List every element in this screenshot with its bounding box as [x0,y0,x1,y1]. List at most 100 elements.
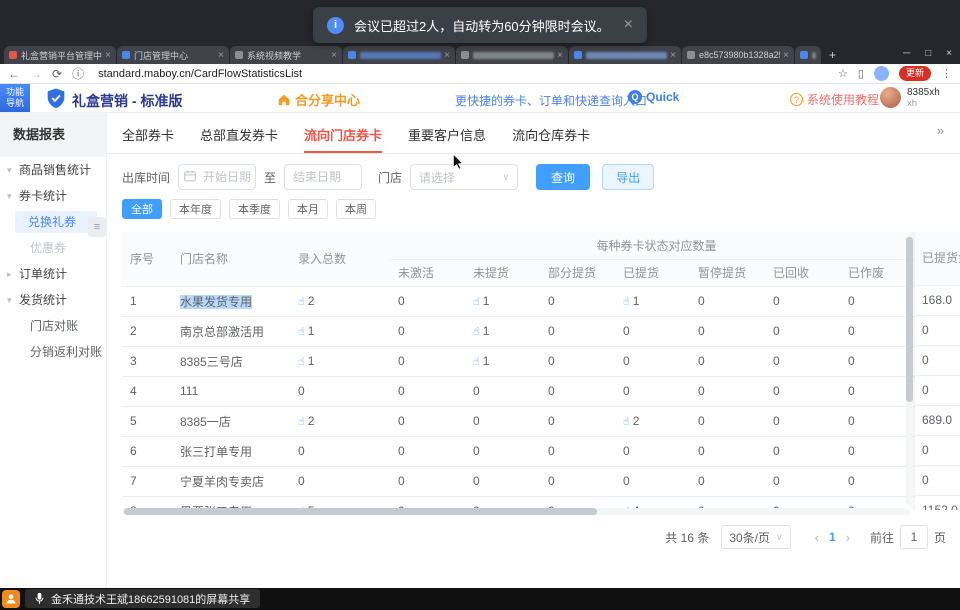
forward-icon[interactable]: → [30,67,42,81]
quick-filter-button[interactable]: 本周 [336,199,376,219]
main-tab[interactable]: 全部券卡 [122,119,174,153]
browser-update-button[interactable]: 更新 [899,66,931,81]
browser-tab[interactable]: e8c573980b1328a258fd2a6ll× [682,46,794,64]
share-center-label: 合分享中心 [295,90,360,109]
sidebar-child-item[interactable]: 兑换礼券 [15,211,97,233]
hand-link-icon[interactable]: ☝ [473,326,480,338]
quick-filter-button[interactable]: 本年度 [170,199,221,219]
main-tab[interactable]: 总部直发券卡 [200,119,278,153]
quick-filter-button[interactable]: 本季度 [229,199,280,219]
browser-tab[interactable]: 门店管理中心× [117,46,229,64]
table-cell: 0 [690,466,765,496]
hand-link-icon[interactable]: ☝ [298,356,305,368]
hand-link-icon[interactable]: ☝ [298,416,305,428]
hand-link-icon[interactable]: ☝ [473,356,480,368]
hand-link-icon[interactable]: ☝ [623,416,630,428]
sidebar-child-item[interactable]: 分销返利对账 [0,339,106,365]
table-horizontal-scrollbar[interactable] [122,508,910,515]
sidebar-child-item[interactable]: 门店对账 [0,313,106,339]
cell-value[interactable]: 1 [483,354,490,368]
function-nav-button[interactable]: 功能导航 [0,84,30,112]
hand-link-icon[interactable]: ☝ [298,296,305,308]
scrollbar-thumb[interactable] [906,237,913,402]
share-center-link[interactable]: 合分享中心 [277,90,360,109]
tab-close-icon[interactable]: × [670,50,676,61]
bookmark-star-icon[interactable]: ☆ [838,67,848,80]
cell-value[interactable]: 1 [308,354,315,368]
back-icon[interactable]: ← [8,67,20,81]
cell-value[interactable]: 2 [308,414,315,428]
reload-icon[interactable]: ⟳ [52,67,62,81]
sidebar-group-item[interactable]: ▸订单统计 [0,261,106,287]
site-info-icon[interactable]: ⓘ [72,65,84,82]
table-cell: 111 [172,376,290,406]
meeting-app-avatar[interactable] [2,590,20,608]
tab-close-icon[interactable]: × [783,50,789,61]
browser-tab[interactable] [795,46,821,64]
tab-close-icon[interactable]: × [557,50,563,61]
sidebar-child-item[interactable]: 优惠券 [0,235,106,261]
page-size-select[interactable]: 30条/页 ∨ [721,525,790,549]
browser-tab[interactable]: × [456,46,568,64]
notification-close-icon[interactable]: × [624,16,633,34]
hand-link-icon[interactable]: ☝ [473,296,480,308]
table-row: 411100000000 [122,376,915,406]
quick-filter-button[interactable]: 本月 [288,199,328,219]
table-cell: ☝1 [290,346,390,376]
browser-menu-icon[interactable]: ⋮ [941,67,952,80]
tab-close-icon[interactable]: × [105,50,111,61]
system-tutorial-link[interactable]: ? 系统使用教程 [790,91,879,108]
search-button[interactable]: 查询 [536,164,590,190]
cell-value[interactable]: 2 [633,414,640,428]
current-page-button[interactable]: 1 [829,530,836,544]
tab-close-icon[interactable]: × [331,50,337,61]
quick-filter-button[interactable]: 全部 [122,199,162,219]
main-tab[interactable]: 重要客户信息 [408,119,486,153]
hand-link-icon[interactable]: ☝ [623,296,630,308]
minimize-button[interactable]: ─ [903,48,910,59]
browser-tab[interactable]: 礼盒营销平台管理中心× [4,46,116,64]
cell-value[interactable]: 1 [308,324,315,338]
quick-search[interactable]: Q Quick [628,90,679,104]
column-header: 序号 [122,232,172,286]
next-page-button[interactable]: › [846,530,850,545]
maximize-button[interactable]: □ [925,48,931,59]
sidebar-group-item[interactable]: ▾券卡统计 [0,183,106,209]
tab-close-icon[interactable]: × [444,50,450,61]
hand-link-icon[interactable]: ☝ [298,326,305,338]
panel-collapse-icon[interactable]: » [937,123,944,138]
sidebar-collapse-handle[interactable]: ≡ [88,217,106,237]
user-account[interactable]: 8385xh xh [880,87,940,109]
sidebar-group-item[interactable]: ▾发货统计 [0,287,106,313]
tab-title: 门店管理中心 [134,49,215,62]
browser-profile-avatar[interactable] [874,66,889,81]
export-button[interactable]: 导出 [602,164,654,190]
store-select[interactable]: 请选择 ∨ [410,164,518,190]
cell-value[interactable]: 2 [308,294,315,308]
browser-tab[interactable]: 系统视频教学× [230,46,342,64]
browser-tab[interactable]: × [343,46,455,64]
new-tab-button[interactable]: + [829,48,836,62]
screen-share-banner[interactable]: 金禾通技术王斌18662591081的屏幕共享 [25,589,260,608]
tab-close-icon[interactable]: × [218,50,224,61]
cell-value[interactable]: 1 [483,294,490,308]
cell-value[interactable]: 1 [633,294,640,308]
browser-tab[interactable]: × [569,46,681,64]
prev-page-button[interactable]: ‹ [815,530,819,545]
table-cell: 0 [390,346,465,376]
cell-value[interactable]: 1 [483,324,490,338]
filter-bar: 出库时间 至 门店 请选择 ∨ 查询 导出 [122,163,654,191]
cell-value: 0 [548,444,555,458]
table-vertical-scrollbar[interactable] [906,235,913,505]
scrollbar-thumb[interactable] [124,508,597,515]
sidebar-group-item[interactable]: ▾商品销售统计 [0,157,106,183]
main-tab[interactable]: 流向门店券卡 [304,119,382,153]
main-tab[interactable]: 流向仓库券卡 [512,119,590,153]
side-panel-icon[interactable]: ▯ [858,67,864,80]
end-date-input[interactable] [284,164,362,190]
close-window-button[interactable]: × [946,48,952,59]
cell-value: 0 [848,324,855,338]
goto-page-input[interactable] [900,525,928,549]
table-cell: 0 [390,376,465,406]
url-text[interactable]: standard.maboy.cn/CardFlowStatisticsList [98,68,302,80]
